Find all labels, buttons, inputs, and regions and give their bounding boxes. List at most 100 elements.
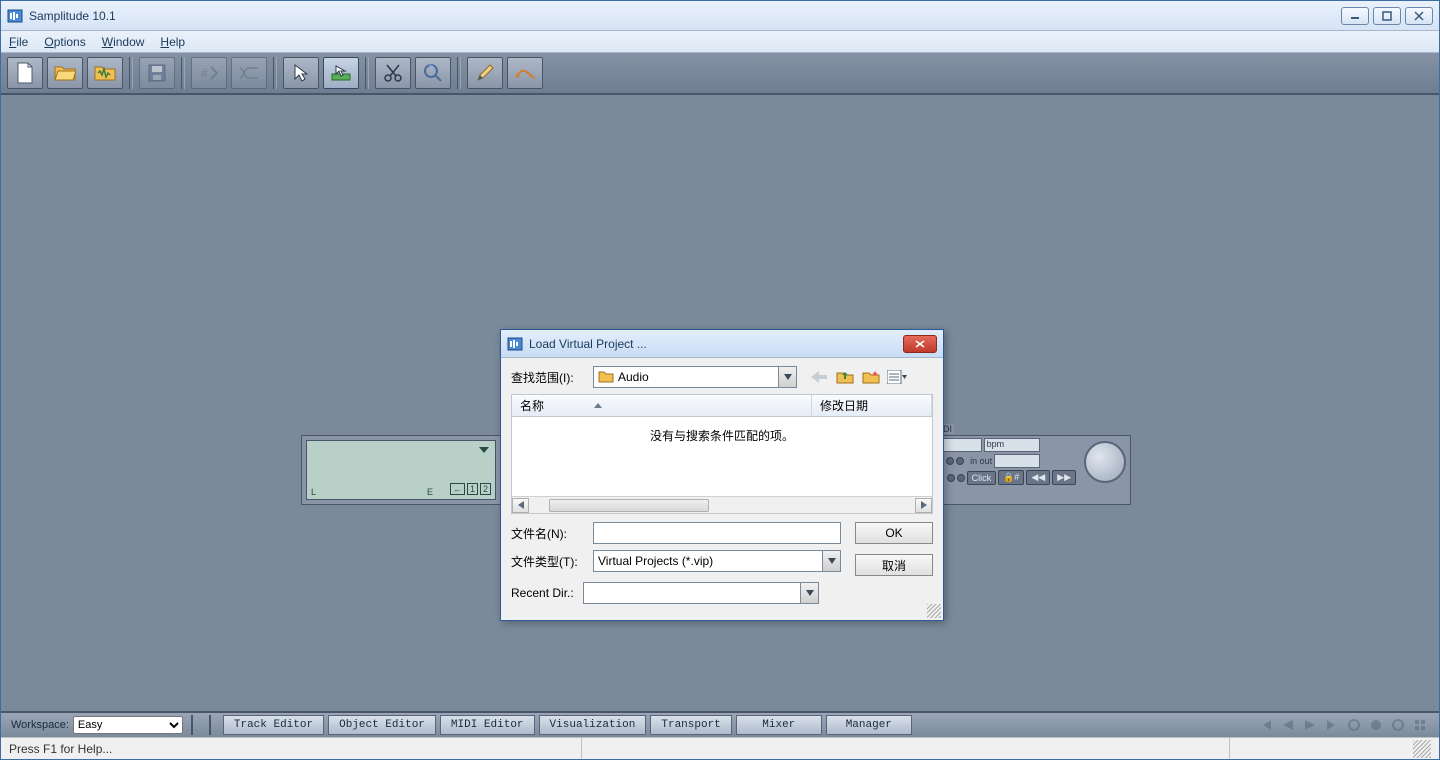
maximize-button[interactable] [1373,7,1401,25]
marker-l: L [311,487,316,497]
file-list[interactable]: 名称 修改日期 没有与搜索条件匹配的项。 [511,394,933,514]
new-file-button[interactable] [7,57,43,89]
app-title: Samplitude 10.1 [29,9,1341,23]
cut-tool-button[interactable] [375,57,411,89]
nav-stop-icon[interactable] [1347,718,1361,732]
separator [209,715,215,735]
lookin-label: 查找范围(I): [511,369,587,386]
save-button[interactable] [139,57,175,89]
nav-next-icon[interactable] [1303,718,1317,732]
toolbar-separator [365,57,369,89]
filetype-label: 文件类型(T): [511,553,587,570]
panel-manager[interactable]: Manager [826,715,912,735]
signature-select[interactable] [994,454,1040,468]
bottombar: Workspace: Easy Track Editor Object Edit… [1,711,1439,737]
view-menu-button[interactable] [887,367,907,387]
main-window: Samplitude 10.1 File Options Window Help… [0,0,1440,760]
panel-visualization[interactable]: Visualization [539,715,647,735]
chevron-down-icon[interactable] [800,583,818,603]
nav-end-icon[interactable] [1325,718,1339,732]
scroll-right-button[interactable] [915,498,932,513]
open-folder-button[interactable] [47,57,83,89]
dialog-icon [507,336,523,352]
menubar: File Options Window Help [1,31,1439,53]
midi-led-icon [947,474,955,482]
panel-mixer[interactable]: Mixer [736,715,822,735]
crossfade-button[interactable] [231,57,267,89]
minimize-button[interactable] [1341,7,1369,25]
nav-start-icon[interactable] [1259,718,1273,732]
close-button[interactable] [1405,7,1433,25]
toolbar-separator [181,57,185,89]
workspace-select[interactable]: Easy [73,716,183,734]
nav-rec-icon[interactable] [1369,718,1383,732]
horizontal-scrollbar[interactable] [512,496,932,513]
scroll-thumb[interactable] [549,499,709,512]
nav-prev-icon[interactable] [1281,718,1295,732]
sync-led-icon [946,457,954,465]
sort-ascending-icon [594,403,602,408]
jog-wheel[interactable] [1084,441,1126,483]
range-tool-button[interactable] [323,57,359,89]
back-button [809,367,829,387]
panel-object-editor[interactable]: Object Editor [328,715,436,735]
panel-track-editor[interactable]: Track Editor [223,715,324,735]
sync-panel: bpm syncin out MIDIClick🔒#◀◀▶▶ [926,438,1076,485]
chevron-down-icon[interactable] [822,551,840,571]
open-audio-button[interactable] [87,57,123,89]
dialog-titlebar[interactable]: Load Virtual Project ... [501,330,943,358]
empty-message: 没有与搜索条件匹配的项。 [512,417,932,454]
chevron-down-icon[interactable] [778,367,796,387]
panel-midi-editor[interactable]: MIDI Editor [440,715,535,735]
draw-tool-button[interactable] [467,57,503,89]
workspace: ←12 L E MIDI bpm syncin out MIDIClick🔒#◀… [1,95,1439,711]
resize-grip[interactable] [1413,740,1431,758]
filename-label: 文件名(N): [511,525,587,542]
menu-window[interactable]: Window [102,35,145,49]
lookin-select[interactable]: Audio [593,366,797,388]
curve-tool-button[interactable] [507,57,543,89]
lookin-value: Audio [618,370,649,384]
panel-transport[interactable]: Transport [650,715,731,735]
transport-lcd[interactable]: ←12 L E [306,440,496,500]
dropdown-triangle-icon[interactable] [479,447,489,453]
titlebar: Samplitude 10.1 [1,1,1439,31]
app-icon [7,8,23,24]
column-date[interactable]: 修改日期 [812,395,932,416]
filetype-select[interactable]: Virtual Projects (*.vip) [593,550,841,572]
pointer-tool-button[interactable] [283,57,319,89]
bpm-select[interactable]: bpm [984,438,1040,452]
menu-options[interactable]: Options [44,35,85,49]
lock-button[interactable]: 🔒# [998,470,1024,485]
up-folder-button[interactable] [835,367,855,387]
nav-icons-group [1251,718,1435,732]
zoom-tool-button[interactable] [415,57,451,89]
load-project-dialog: Load Virtual Project ... 查找范围(I): Audio [500,329,944,621]
resize-grip[interactable] [927,604,941,618]
status-segment [581,738,761,759]
recent-select[interactable] [583,582,819,604]
filename-input[interactable] [593,522,841,544]
nav-loop-icon[interactable] [1391,718,1405,732]
toolbar-separator [129,57,133,89]
new-folder-button[interactable] [861,367,881,387]
sync-led-icon [956,457,964,465]
dialog-title: Load Virtual Project ... [529,337,903,351]
ok-button[interactable]: OK [855,522,933,544]
marker-button[interactable]: # [191,57,227,89]
menu-help[interactable]: Help [160,35,185,49]
nav-grid-icon[interactable] [1413,718,1427,732]
marker-e: E [427,487,433,497]
toolbar-separator [273,57,277,89]
dialog-close-button[interactable] [903,335,937,353]
forward-button[interactable]: ▶▶ [1052,470,1076,485]
rewind-button[interactable]: ◀◀ [1026,470,1050,485]
cancel-button[interactable]: 取消 [855,554,933,576]
status-help-text: Press F1 for Help... [9,742,112,756]
column-name[interactable]: 名称 [512,395,812,416]
menu-file[interactable]: File [9,35,28,49]
recent-label: Recent Dir.: [511,586,577,600]
scroll-left-button[interactable] [512,498,529,513]
toolbar-separator [457,57,461,89]
click-button[interactable]: Click [967,471,997,485]
